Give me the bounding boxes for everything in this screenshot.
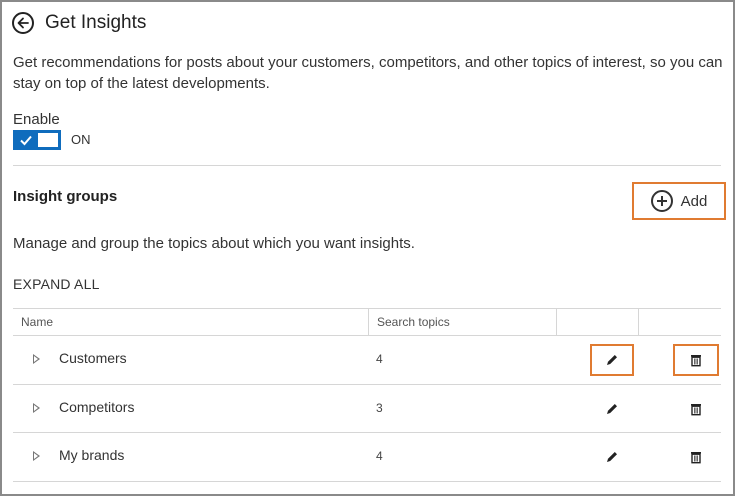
toggle-knob	[38, 133, 58, 147]
column-header-search-topics[interactable]: Search topics	[368, 309, 556, 336]
dialog-frame: Get Insights Get recommendations for pos…	[0, 0, 735, 496]
toggle-state-label: ON	[71, 132, 91, 147]
page-title: Get Insights	[45, 12, 147, 33]
expand-caret-icon[interactable]	[33, 354, 40, 364]
expand-caret-icon[interactable]	[33, 402, 40, 413]
table-header: Name Search topics	[13, 308, 721, 336]
enable-toggle[interactable]	[13, 130, 61, 150]
group-name: Competitors	[59, 398, 135, 415]
header: Get Insights	[12, 10, 146, 36]
table-row: Competitors 3	[13, 385, 721, 433]
expand-all-link[interactable]: EXPAND ALL	[13, 276, 100, 292]
search-topics-count: 4	[376, 352, 383, 366]
checkmark-icon	[20, 135, 32, 146]
table-row: Customers 4	[13, 336, 721, 385]
page-description: Get recommendations for posts about your…	[13, 54, 723, 92]
group-name: My brands	[59, 447, 125, 463]
insight-groups-table: Name Search topics Customers 4 Competito…	[13, 308, 721, 482]
expand-caret-icon[interactable]	[33, 451, 40, 461]
delete-trash-icon[interactable]	[673, 441, 719, 473]
edit-pencil-icon[interactable]	[590, 393, 634, 425]
delete-trash-icon[interactable]	[673, 393, 719, 425]
add-button-label: Add	[680, 192, 708, 210]
search-topics-count: 3	[376, 400, 383, 415]
search-topics-count: 4	[376, 449, 383, 463]
column-header-delete	[638, 309, 721, 336]
add-button[interactable]: Add	[632, 182, 726, 220]
group-name: Customers	[59, 350, 127, 366]
divider	[13, 165, 721, 166]
insight-groups-heading: Insight groups	[13, 188, 118, 205]
column-header-name[interactable]: Name	[13, 309, 368, 336]
table-row: My brands 4	[13, 433, 721, 482]
edit-pencil-icon[interactable]	[590, 441, 634, 473]
delete-trash-icon[interactable]	[673, 344, 719, 376]
add-circle-icon	[650, 190, 673, 212]
back-arrow-icon[interactable]	[12, 12, 34, 34]
edit-pencil-icon[interactable]	[590, 344, 634, 376]
insight-groups-description: Manage and group the topics about which …	[13, 235, 415, 252]
column-header-edit	[556, 309, 638, 336]
enable-label: Enable	[13, 111, 60, 128]
